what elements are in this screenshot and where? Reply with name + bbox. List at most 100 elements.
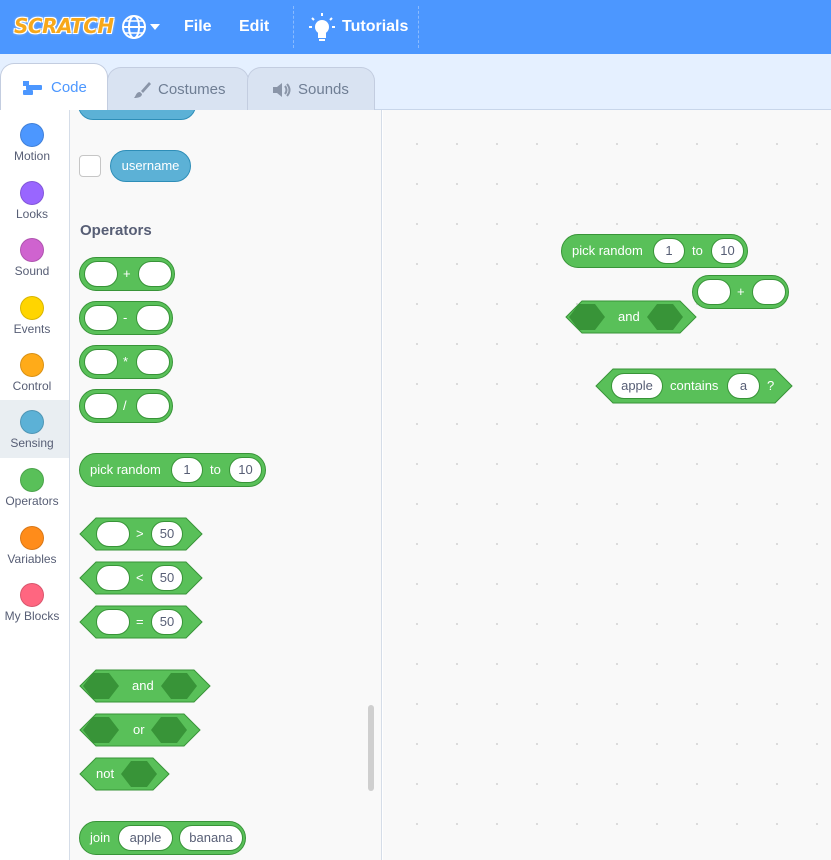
pick-random-block[interactable]: pick random 1 to 10 [79, 453, 266, 487]
number-input[interactable] [84, 393, 118, 419]
value-input[interactable] [96, 521, 130, 547]
category-variables[interactable]: Variables [0, 516, 69, 574]
and-block[interactable]: and [79, 669, 211, 703]
or-block[interactable]: or [79, 713, 201, 747]
category-label: Control [12, 379, 52, 393]
number-input[interactable] [138, 261, 172, 287]
contains-block[interactable]: apple contains a ? [595, 368, 793, 404]
category-label: Sensing [10, 436, 54, 450]
username-checkbox[interactable] [79, 155, 101, 177]
scratch-logo[interactable]: SCRATCH [8, 10, 120, 42]
to-input[interactable]: 10 [711, 238, 744, 264]
add-block[interactable]: + [692, 275, 789, 309]
from-input[interactable]: 1 [171, 457, 203, 483]
block-label: or [133, 722, 145, 737]
block-palette[interactable]: username Operators + - * / pick random 1… [70, 110, 382, 860]
block-label: join [90, 830, 111, 845]
menu-divider [418, 6, 419, 48]
category-sensing[interactable]: Sensing [0, 400, 69, 458]
file-menu[interactable]: File [184, 0, 212, 54]
number-input[interactable] [84, 349, 118, 375]
operator-label: * [123, 354, 129, 369]
tab-label: Sounds [298, 81, 349, 98]
text-input[interactable]: banana [179, 825, 243, 851]
subtract-block[interactable]: - [79, 301, 173, 335]
category-dot [20, 123, 44, 147]
category-label: Sound [14, 264, 50, 278]
category-events[interactable]: Events [0, 286, 69, 344]
less-than-block[interactable]: < 50 [79, 561, 203, 595]
text-input[interactable]: a [727, 373, 760, 399]
sensing-block[interactable] [78, 110, 196, 120]
to-input[interactable]: 10 [229, 457, 262, 483]
tab-sounds[interactable]: Sounds [247, 67, 375, 111]
text-input[interactable]: apple [118, 825, 173, 851]
globe-icon[interactable] [120, 13, 148, 41]
tab-label: Code [51, 79, 87, 96]
block-label: not [96, 766, 115, 781]
number-input[interactable] [697, 279, 731, 305]
hex-shape [79, 757, 170, 791]
category-dot [20, 238, 44, 262]
and-block[interactable]: and [565, 300, 697, 334]
category-sound[interactable]: Sound [0, 228, 69, 286]
number-input[interactable] [136, 393, 170, 419]
category-dot [20, 353, 44, 377]
block-label: pick random [572, 243, 643, 258]
divide-block[interactable]: / [79, 389, 173, 423]
brush-icon [134, 81, 151, 98]
category-menu: Motion Looks Sound Events Control Sensin… [0, 110, 70, 860]
block-label: pick random [90, 462, 161, 477]
value-input[interactable]: 50 [151, 565, 183, 591]
category-label: My Blocks [4, 609, 60, 623]
palette-scrollbar[interactable] [368, 705, 374, 791]
operators-heading: Operators [80, 222, 152, 239]
value-input[interactable] [96, 565, 130, 591]
add-block[interactable]: + [79, 257, 175, 291]
category-label: Variables [7, 552, 57, 566]
number-input[interactable] [752, 279, 786, 305]
edit-menu[interactable]: Edit [239, 0, 269, 54]
username-block[interactable]: username [110, 150, 191, 182]
number-input[interactable] [84, 261, 118, 287]
block-label: ? [767, 378, 775, 393]
value-input[interactable]: 50 [151, 521, 183, 547]
category-label: Operators [5, 494, 59, 508]
multiply-block[interactable]: * [79, 345, 173, 379]
equals-block[interactable]: = 50 [79, 605, 203, 639]
category-looks[interactable]: Looks [0, 171, 69, 229]
operator-label: + [737, 284, 745, 299]
text-input[interactable]: apple [611, 373, 663, 399]
pick-random-block[interactable]: pick random 1 to 10 [561, 234, 748, 268]
block-label: and [618, 309, 640, 324]
lightbulb-icon[interactable] [309, 12, 335, 42]
script-workspace[interactable]: pick random 1 to 10 + and apple contains… [383, 110, 831, 860]
menu-divider [293, 6, 294, 48]
number-input[interactable] [136, 349, 170, 375]
tab-code[interactable]: Code [0, 63, 108, 111]
category-motion[interactable]: Motion [0, 113, 69, 171]
number-input[interactable] [84, 305, 118, 331]
category-operators[interactable]: Operators [0, 458, 69, 516]
speaker-icon [273, 82, 291, 97]
category-control[interactable]: Control [0, 343, 69, 401]
value-input[interactable] [96, 609, 130, 635]
category-dot [20, 468, 44, 492]
block-label: to [210, 462, 221, 477]
join-block[interactable]: join apple banana [79, 821, 246, 855]
from-input[interactable]: 1 [653, 238, 685, 264]
code-icon [23, 80, 42, 95]
category-dot [20, 181, 44, 205]
category-my-blocks[interactable]: My Blocks [0, 573, 69, 631]
greater-than-block[interactable]: > 50 [79, 517, 203, 551]
not-block[interactable]: not [79, 757, 170, 791]
value-input[interactable]: 50 [151, 609, 183, 635]
number-input[interactable] [136, 305, 170, 331]
tab-costumes[interactable]: Costumes [107, 67, 249, 111]
chevron-down-icon[interactable] [150, 24, 160, 30]
operator-label: = [136, 614, 144, 629]
menu-bar: SCRATCH File Edit Tutorials [0, 0, 831, 54]
block-label: and [132, 678, 154, 693]
tutorials-menu[interactable]: Tutorials [342, 0, 408, 54]
category-dot [20, 410, 44, 434]
